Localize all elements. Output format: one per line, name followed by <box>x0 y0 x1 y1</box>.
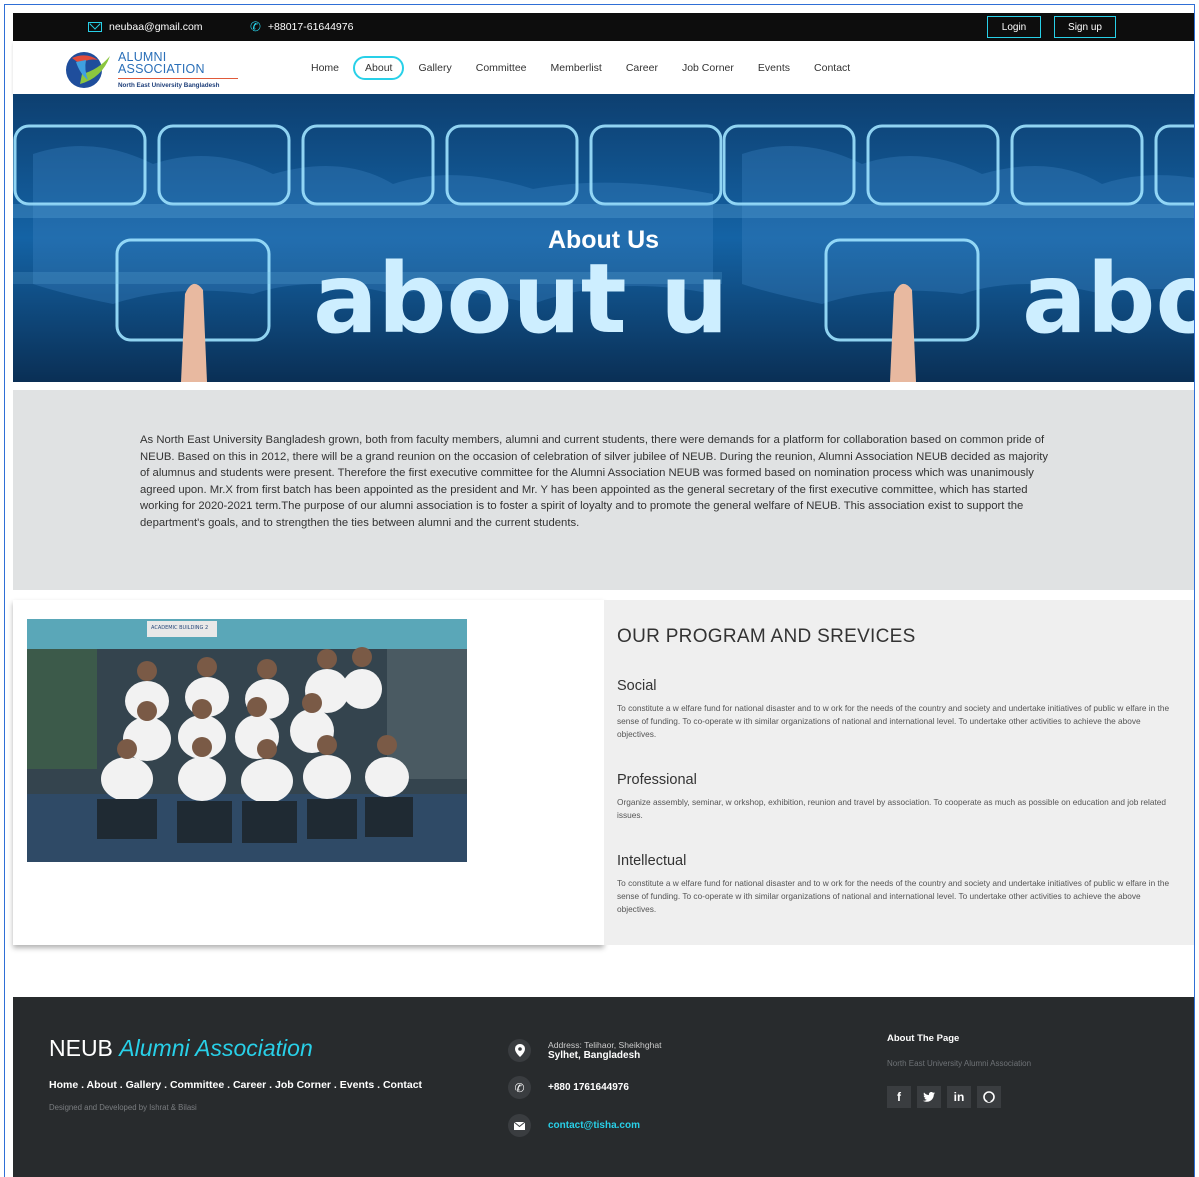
about-paragraph: As North East University Bangladesh grow… <box>140 434 1049 529</box>
hero-graphic-text-right: about us <box>1022 243 1194 355</box>
footer-address-line: Address: Telihaor, Sheikhghat <box>548 1040 662 1050</box>
footer-about-text: North East University Alumni Association <box>887 1059 1032 1068</box>
programs-title: OUR PROGRAM AND SREVICES <box>617 626 916 647</box>
logo-divider <box>118 78 238 79</box>
footer-links[interactable]: Home . About . Gallery . Committee . Car… <box>49 1079 422 1091</box>
nav-memberlist[interactable]: Memberlist <box>539 56 614 80</box>
facebook-icon[interactable]: f <box>887 1086 911 1108</box>
phone-icon: ✆ <box>250 19 261 34</box>
nav-events[interactable]: Events <box>746 56 802 80</box>
program-social-heading: Social <box>617 678 657 694</box>
group-photo: ACADEMIC BUILDING 2 <box>27 619 467 862</box>
login-button[interactable]: Login <box>987 16 1041 38</box>
photo-sign-text: ACADEMIC BUILDING 2 <box>151 625 208 631</box>
footer-brand: NEUB Alumni Association <box>49 1035 313 1062</box>
hero-graphic-text-left: about us <box>313 243 722 355</box>
program-intellectual-heading: Intellectual <box>617 853 687 869</box>
footer-socials: f in <box>887 1086 1001 1108</box>
navbar: ALUMNI ASSOCIATION North East University… <box>13 41 1194 94</box>
program-services-panel: OUR PROGRAM AND SREVICES Social To const… <box>604 600 1194 945</box>
program-professional-heading: Professional <box>617 772 697 788</box>
nav-job-corner[interactable]: Job Corner <box>670 56 746 80</box>
envelope-icon <box>88 22 102 32</box>
top-bar: neubaa@gmail.com ✆ +88017-61644976 Login… <box>13 13 1194 41</box>
twitter-icon[interactable] <box>917 1086 941 1108</box>
top-email-text[interactable]: neubaa@gmail.com <box>109 21 203 33</box>
nav-gallery[interactable]: Gallery <box>406 56 463 80</box>
program-intellectual-text: To constitute a w elfare fund for nation… <box>617 878 1170 914</box>
nav-committee[interactable]: Committee <box>464 56 539 80</box>
phone-icon: ✆ <box>508 1076 531 1099</box>
program-social-text: To constitute a w elfare fund for nation… <box>617 703 1170 739</box>
footer-address-city: Sylhet, Bangladesh <box>548 1050 641 1061</box>
logo-subtitle: North East University Bangladesh <box>118 82 220 89</box>
footer-phone-text: +880 1761644976 <box>548 1082 629 1093</box>
group-photo-image: ACADEMIC BUILDING 2 <box>27 619 467 862</box>
footer-about-heading: About The Page <box>887 1033 960 1044</box>
logo-title: ALUMNI ASSOCIATION <box>118 51 205 76</box>
top-phone-text[interactable]: +88017-61644976 <box>268 21 354 33</box>
nav-contact[interactable]: Contact <box>802 56 862 80</box>
nav-career[interactable]: Career <box>614 56 670 80</box>
footer-brand-plain: NEUB <box>49 1035 113 1061</box>
footer-email-link[interactable]: contact@tisha.com <box>548 1120 640 1131</box>
about-section: As North East University Bangladesh grow… <box>13 390 1194 590</box>
github-icon[interactable] <box>977 1086 1001 1108</box>
program-professional-text: Organize assembly, seminar, w orkshop, e… <box>617 797 1166 820</box>
logo[interactable]: ALUMNI ASSOCIATION North East University… <box>62 48 252 90</box>
nav-home[interactable]: Home <box>299 56 351 80</box>
logo-line-2: ASSOCIATION <box>118 62 205 76</box>
footer: NEUB Alumni Association Home . About . G… <box>13 997 1194 1177</box>
footer-phone: ✆ +880 1761644976 <box>508 1076 768 1099</box>
top-email[interactable]: neubaa@gmail.com <box>88 13 203 41</box>
footer-brand-accent: Alumni Association <box>119 1035 313 1061</box>
footer-address: Address: Telihaor, Sheikhghat Sylhet, Ba… <box>508 1039 768 1062</box>
nav-links: Home About Gallery Committee Memberlist … <box>299 41 862 94</box>
nav-about[interactable]: About <box>353 55 405 80</box>
location-pin-icon <box>508 1039 531 1062</box>
hero-banner: about us about us About Us <box>13 94 1194 382</box>
program-photo-card: ACADEMIC BUILDING 2 <box>13 600 604 945</box>
hero-title: About Us <box>547 226 660 254</box>
signup-button[interactable]: Sign up <box>1054 16 1116 38</box>
footer-email: contact@tisha.com <box>508 1114 768 1137</box>
footer-credit: Designed and Developed by Ishrat & Bilas… <box>49 1103 197 1112</box>
logo-mark-icon <box>66 52 110 88</box>
linkedin-icon[interactable]: in <box>947 1086 971 1108</box>
top-phone[interactable]: ✆ +88017-61644976 <box>250 13 353 41</box>
envelope-icon <box>508 1114 531 1137</box>
